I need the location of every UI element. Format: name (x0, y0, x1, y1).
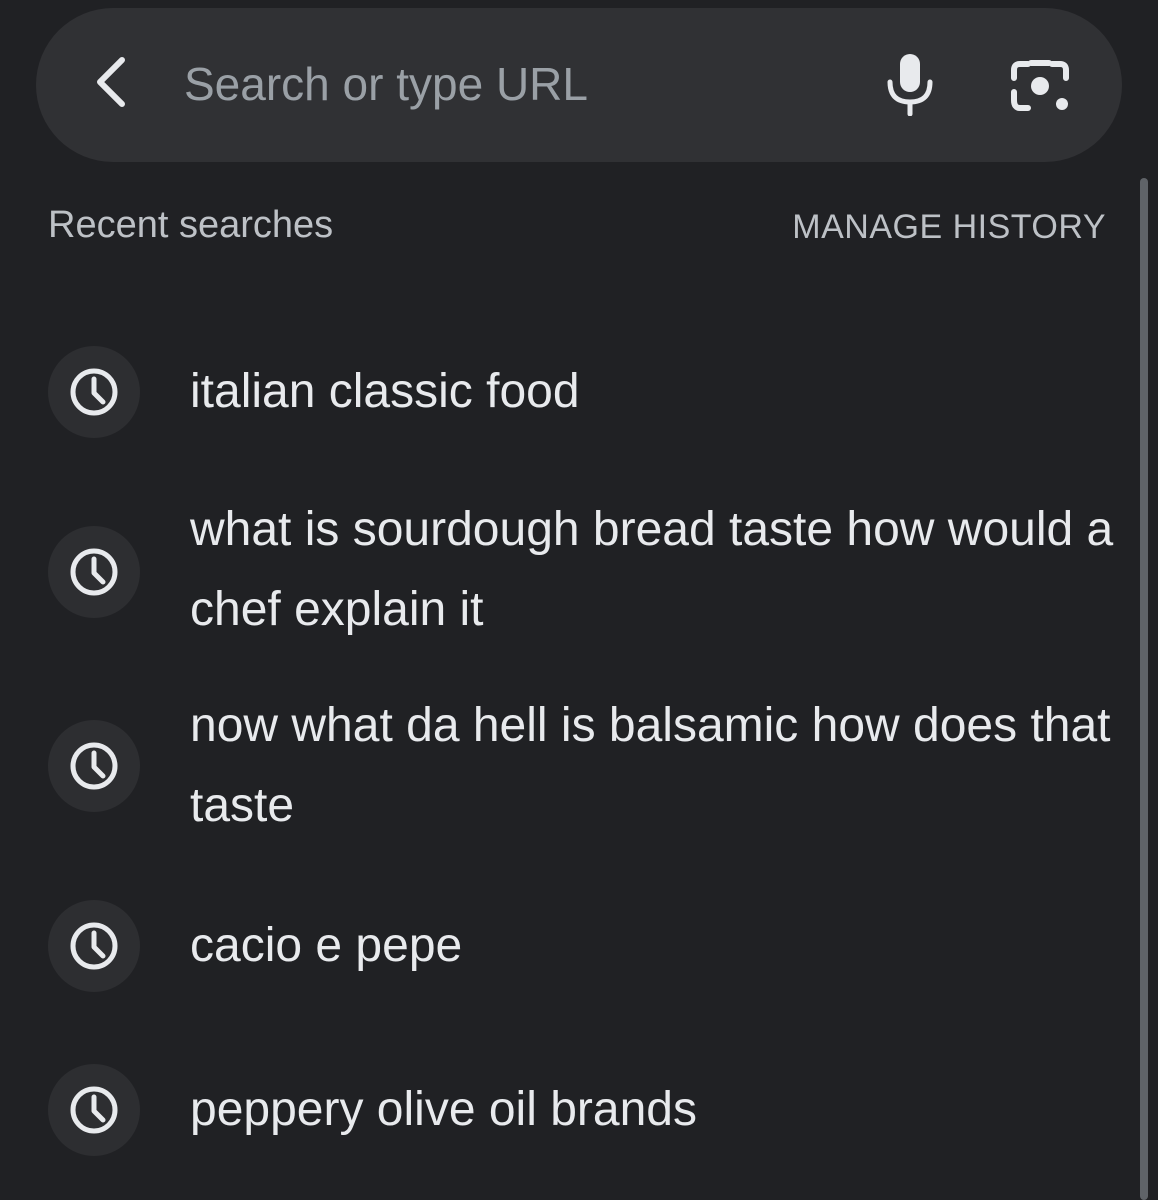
history-item-text: now what da hell is balsamic how does th… (190, 699, 1111, 832)
history-clock-icon (70, 548, 118, 596)
history-item-text: what is sourdough bread taste how would … (190, 503, 1114, 636)
history-clock-icon (70, 1086, 118, 1134)
history-clock-icon (70, 922, 118, 970)
history-item[interactable]: italian classic food (0, 346, 1138, 438)
history-item[interactable]: cacio e pepe (0, 900, 1138, 992)
back-chevron-icon (97, 57, 125, 107)
scrollbar[interactable] (1140, 178, 1148, 1200)
recent-searches-heading: Recent searches (48, 204, 334, 246)
lens-search-button[interactable] (998, 44, 1082, 128)
manage-history-link[interactable]: MANAGE HISTORY (792, 208, 1106, 247)
voice-search-button[interactable] (870, 44, 950, 124)
history-item[interactable]: now what da hell is balsamic how does th… (0, 686, 1138, 850)
back-button[interactable] (72, 42, 152, 122)
history-icon-circle (48, 346, 140, 438)
search-input[interactable] (184, 52, 824, 116)
history-item-text: cacio e pepe (190, 919, 463, 972)
lens-camera-icon (1011, 60, 1069, 111)
history-item[interactable]: peppery olive oil brands (0, 1064, 1138, 1156)
history-clock-icon (70, 742, 118, 790)
microphone-icon (887, 54, 933, 116)
history-clock-icon (70, 368, 118, 416)
history-item-text: peppery olive oil brands (190, 1083, 697, 1136)
history-item-text: italian classic food (190, 365, 580, 418)
history-icon-circle (48, 720, 140, 812)
history-icon-circle (48, 900, 140, 992)
history-icon-circle (48, 526, 140, 618)
history-item[interactable]: what is sourdough bread taste how would … (0, 490, 1138, 654)
history-icon-circle (48, 1064, 140, 1156)
